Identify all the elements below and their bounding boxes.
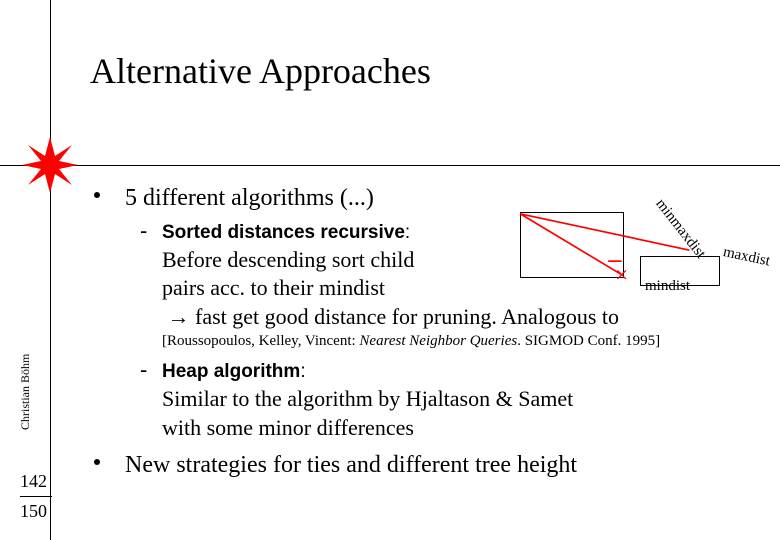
dash-icon: - xyxy=(140,217,147,246)
bullet-dot-icon xyxy=(94,459,100,465)
sub2-body2: with some minor differences xyxy=(162,415,414,440)
sub1-colon: : xyxy=(405,222,410,243)
sub2-label: Heap algorithm xyxy=(162,361,300,382)
citation: [Roussopoulos, Kelley, Vincent: Nearest … xyxy=(162,333,760,350)
sub1-body2: pairs acc. to their mindist xyxy=(162,275,385,300)
horizontal-divider xyxy=(0,165,780,166)
sub2-colon: : xyxy=(300,361,305,382)
sub1-label: Sorted distances recursive xyxy=(162,222,405,243)
page-current: 142 xyxy=(20,471,47,492)
page-divider xyxy=(20,496,52,497)
page-total: 150 xyxy=(20,501,47,522)
arrow-icon: → xyxy=(168,304,190,329)
citation-open: [Roussopoulos, Kelley, Vincent: xyxy=(162,333,359,349)
citation-title: Nearest Neighbor Queries xyxy=(359,333,517,349)
bullet-2: New strategies for ties and different tr… xyxy=(90,452,760,479)
sub-bullet-2: - Heap algorithm: Similar to the algorit… xyxy=(90,356,760,442)
bullet-dot-icon xyxy=(94,192,100,198)
content-area: 5 different algorithms (...) - Sorted di… xyxy=(90,185,760,483)
sub1-body1: Before descending sort child xyxy=(162,247,414,272)
sub1-body3: fast get good distance for pruning. Anal… xyxy=(190,304,620,329)
bullet-2-text: New strategies for ties and different tr… xyxy=(125,452,577,478)
citation-close: . SIGMOD Conf. 1995] xyxy=(517,333,660,349)
sub2-body1: Similar to the algorithm by Hjaltason & … xyxy=(162,386,573,411)
author-label: Christian Böhm xyxy=(18,354,33,430)
bullet-1-text: 5 different algorithms (...) xyxy=(125,185,374,211)
bullet-1: 5 different algorithms (...) xyxy=(90,185,760,212)
vertical-divider xyxy=(50,0,51,540)
dash-icon: - xyxy=(140,356,147,385)
slide-title: Alternative Approaches xyxy=(90,50,431,92)
sub-bullet-1: - Sorted distances recursive: Before des… xyxy=(90,217,760,331)
